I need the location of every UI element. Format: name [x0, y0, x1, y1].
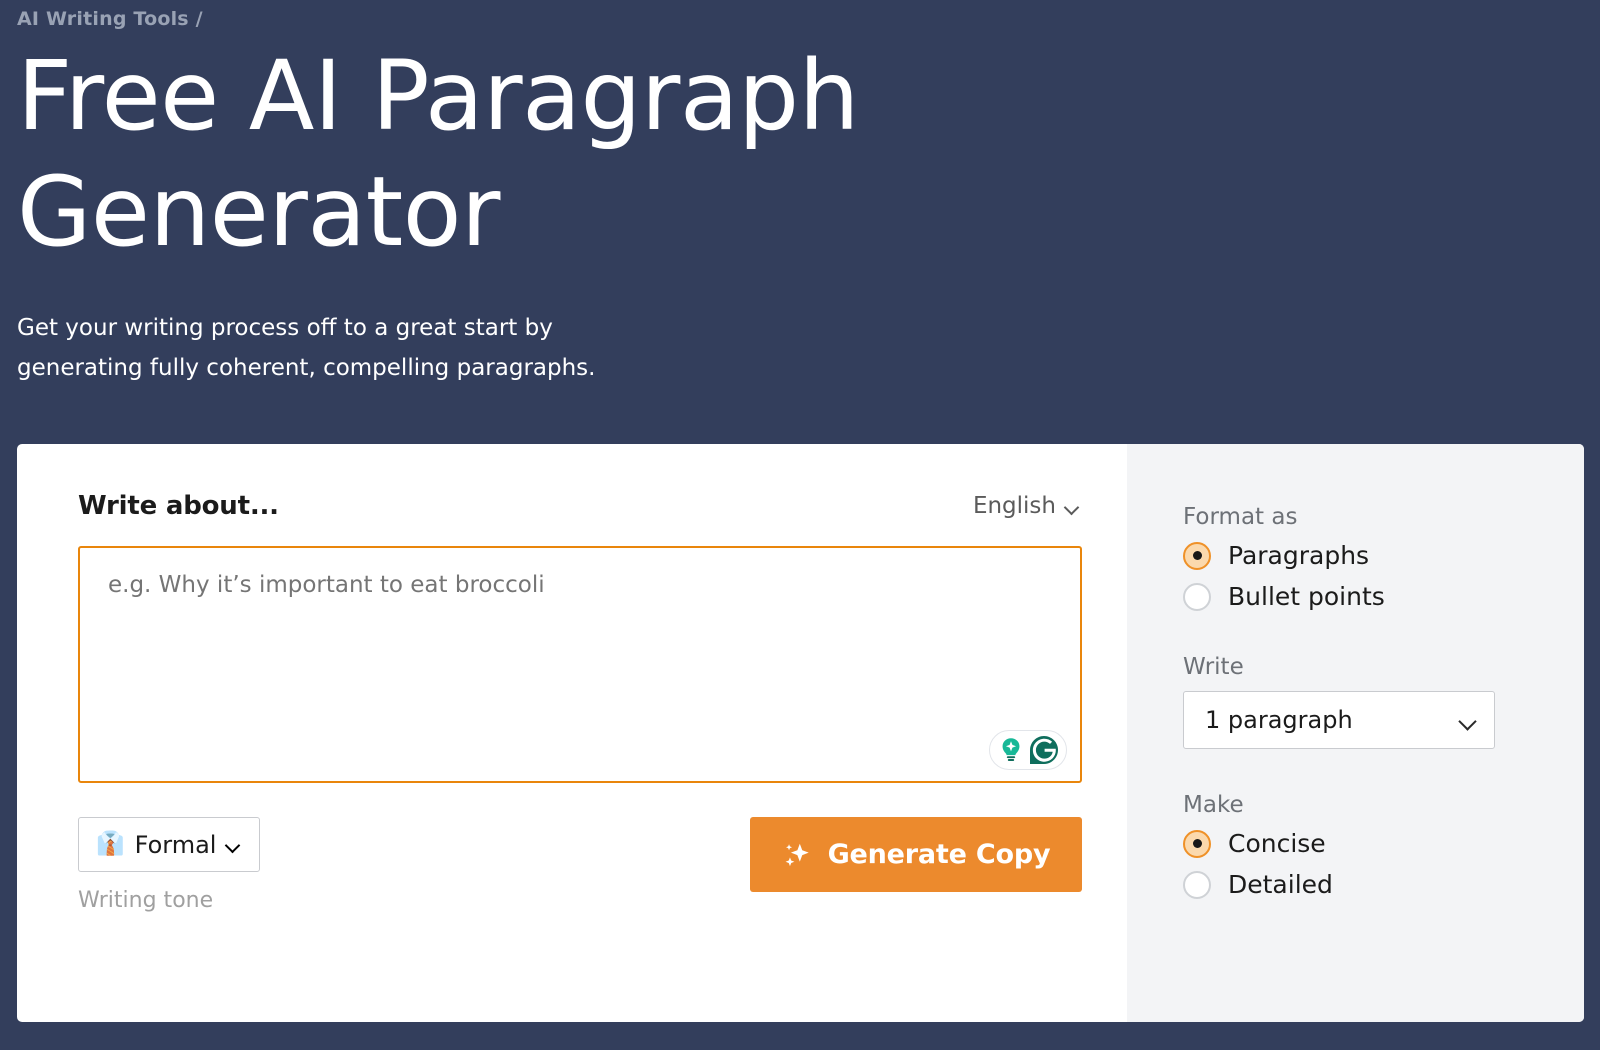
writing-tone-value: Formal: [134, 830, 217, 859]
page-title: Free AI Paragraph Generator: [17, 40, 859, 268]
format-as-label: Format as: [1183, 504, 1298, 530]
generate-copy-button[interactable]: Generate Copy: [750, 817, 1082, 892]
editor-actions: 👔 Formal Writing tone Generate Copy: [78, 817, 1082, 913]
prompt-input[interactable]: [80, 548, 1080, 781]
write-about-label: Write about...: [78, 491, 279, 521]
options-panel: Format as Paragraphs Bullet points Write…: [1127, 444, 1584, 1022]
chevron-down-icon: [226, 840, 241, 849]
sparkles-icon: [785, 843, 809, 866]
option-bullet-points[interactable]: Bullet points: [1183, 582, 1584, 611]
paragraph-count-select[interactable]: 1 paragraph: [1183, 691, 1495, 749]
chevron-down-icon: [1065, 502, 1080, 511]
editor-panel: Write about... English e.g. Why it’s imp…: [17, 444, 1127, 1022]
generate-copy-label: Generate Copy: [827, 839, 1051, 870]
radio-icon-concise[interactable]: [1183, 829, 1211, 858]
paragraph-count-value: 1 paragraph: [1205, 706, 1353, 734]
generator-card: Write about... English e.g. Why it’s imp…: [17, 444, 1584, 1022]
radio-icon-detailed[interactable]: [1183, 870, 1211, 899]
option-concise[interactable]: Concise: [1183, 829, 1584, 858]
option-concise-label: Concise: [1228, 829, 1326, 858]
writing-tone-helper: Writing tone: [78, 888, 214, 913]
make-label: Make: [1183, 792, 1244, 818]
radio-icon-paragraphs[interactable]: [1183, 541, 1211, 570]
option-detailed[interactable]: Detailed: [1183, 870, 1584, 899]
hero-section: AI Writing Tools / Free AI Paragraph Gen…: [0, 0, 1600, 388]
option-bullet-points-label: Bullet points: [1228, 582, 1385, 611]
option-paragraphs-label: Paragraphs: [1228, 541, 1370, 570]
breadcrumb[interactable]: AI Writing Tools /: [17, 6, 1600, 32]
page-root: AI Writing Tools / Free AI Paragraph Gen…: [0, 0, 1600, 1050]
tone-group: 👔 Formal Writing tone: [78, 817, 261, 913]
language-selector[interactable]: English: [973, 493, 1082, 519]
language-selector-value: English: [972, 493, 1056, 519]
necktie-icon: 👔: [96, 831, 125, 857]
radio-icon-bullet-points[interactable]: [1183, 582, 1211, 611]
prompt-input-wrapper[interactable]: [78, 546, 1082, 783]
writing-tone-selector[interactable]: 👔 Formal: [78, 817, 261, 872]
grammarly-logo-icon: [1030, 736, 1058, 764]
option-paragraphs[interactable]: Paragraphs: [1183, 541, 1584, 570]
lightbulb-icon: [1002, 738, 1020, 761]
option-detailed-label: Detailed: [1228, 870, 1333, 899]
write-label: Write: [1183, 654, 1244, 680]
page-subtitle: Get your writing process off to a great …: [17, 315, 596, 381]
chevron-down-icon: [1460, 715, 1477, 726]
editor-header: Write about... English: [78, 489, 1082, 523]
grammarly-badge[interactable]: [989, 730, 1067, 770]
